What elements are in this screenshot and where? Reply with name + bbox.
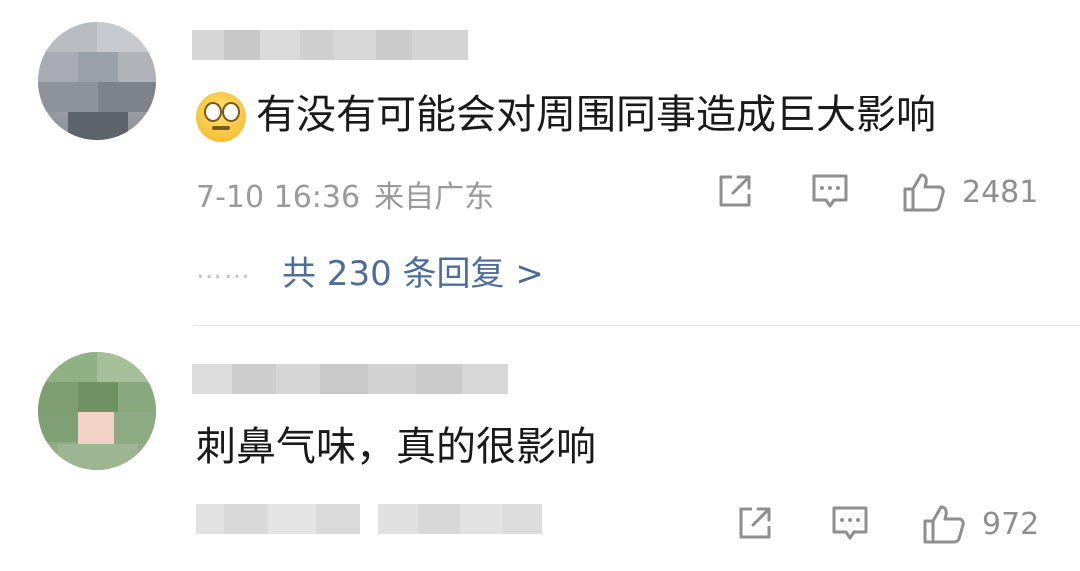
view-replies-link[interactable]: 共 230 条回复 >: [282, 246, 544, 295]
thumbs-up-icon: [903, 173, 945, 212]
avatar[interactable]: [38, 22, 156, 140]
comment-meta-blurred: [196, 504, 542, 534]
like-button[interactable]: 2481: [902, 172, 1038, 212]
username-blurred[interactable]: [192, 364, 508, 394]
comment-button[interactable]: [830, 504, 870, 542]
comment-icon: [812, 174, 848, 208]
replies-row: …… 共 230 条回复 >: [196, 250, 544, 294]
share-button[interactable]: [736, 504, 774, 542]
comment-item: 有没有可能会对周围同事造成巨大影响 7-10 16:36 来自广东 2481 ……: [0, 0, 1080, 325]
avatar[interactable]: [38, 352, 156, 470]
username-blurred[interactable]: [192, 30, 468, 60]
comment-icon: [832, 506, 868, 540]
like-count: 972: [982, 506, 1040, 542]
like-count: 2481: [962, 174, 1039, 210]
comment-item: 刺鼻气味，真的很影响 972: [0, 326, 1080, 571]
like-button[interactable]: 972: [922, 504, 1039, 544]
thumbs-up-icon: [923, 505, 965, 544]
eye-roll-emoji: [196, 92, 246, 142]
comment-button[interactable]: [810, 172, 850, 210]
chevron-right-icon: >: [515, 253, 544, 294]
replies-label: 共 230 条回复: [282, 253, 505, 294]
share-icon: [719, 175, 751, 207]
share-icon: [739, 507, 771, 539]
replies-dots: ……: [196, 255, 252, 285]
comment-text: 刺鼻气味，真的很影响: [196, 424, 596, 470]
share-button[interactable]: [716, 172, 754, 210]
comment-text: 有没有可能会对周围同事造成巨大影响: [256, 92, 936, 138]
